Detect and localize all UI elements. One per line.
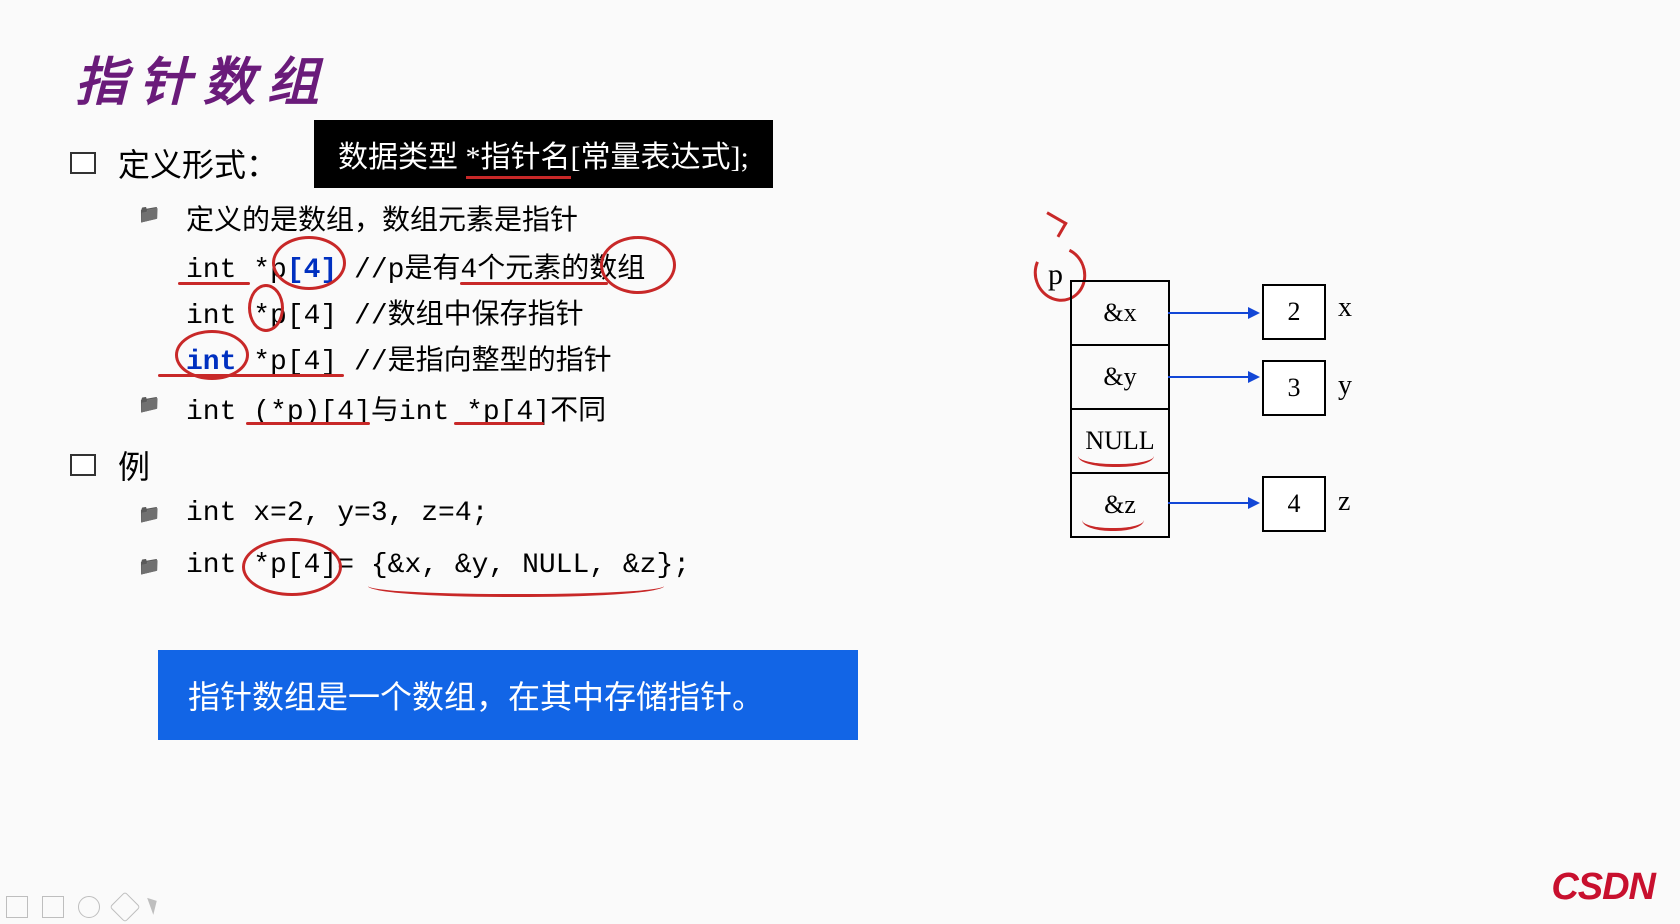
cursor-icon[interactable] xyxy=(147,895,161,915)
grid-icon[interactable] xyxy=(42,896,64,918)
arrow-icon xyxy=(1168,502,1258,504)
p-cell: &x xyxy=(1072,282,1168,346)
var-label: z xyxy=(1338,486,1350,518)
bullet-icon xyxy=(70,152,96,174)
page-title: 指针数组 xyxy=(75,40,331,115)
folder-icon xyxy=(140,560,162,576)
folder-icon xyxy=(140,508,162,524)
value-box: 3 xyxy=(1262,360,1326,416)
section1-label: 定义形式： xyxy=(118,140,278,186)
code-line-1: int *p[4] //p是有4个元素的数组 xyxy=(186,246,645,286)
red-circle-icon xyxy=(248,284,284,332)
syntax-prefix: 数据类型 xyxy=(338,141,466,174)
arrow-icon xyxy=(1168,376,1258,378)
red-circle-icon xyxy=(272,236,346,290)
summary-box: 指针数组是一个数组，在其中存储指针。 xyxy=(158,650,858,740)
section2-label: 例 xyxy=(118,442,150,488)
folder-icon xyxy=(140,398,162,414)
csdn-watermark: CSDN xyxy=(1551,866,1655,909)
code-line-2: int *p[4] //数组中保存指针 xyxy=(186,292,584,332)
bullet-icon xyxy=(70,454,96,476)
p-array: &x &y NULL &z xyxy=(1070,280,1170,538)
syntax-suffix: [常量表达式]; xyxy=(571,141,749,174)
value-box: 4 xyxy=(1262,476,1326,532)
red-underline-icon xyxy=(158,374,344,377)
eraser-icon[interactable] xyxy=(109,891,140,922)
red-underline-icon xyxy=(454,422,544,425)
red-underline-icon xyxy=(178,282,250,285)
example-line-1: int x=2, y=3, z=4; xyxy=(186,498,488,529)
pen-icon[interactable] xyxy=(6,896,28,918)
var-label: y xyxy=(1338,370,1352,402)
syntax-mid: *指针名 xyxy=(466,141,571,179)
red-tick-icon xyxy=(1039,211,1067,237)
arrow-icon xyxy=(1168,312,1258,314)
red-underline-icon xyxy=(460,282,608,285)
syntax-box: 数据类型 *指针名[常量表达式]; xyxy=(314,120,773,188)
red-circle-icon xyxy=(242,538,342,596)
presentation-toolbar xyxy=(6,896,158,918)
folder-icon xyxy=(140,208,162,224)
red-circle-icon xyxy=(175,330,249,380)
value-box: 2 xyxy=(1262,284,1326,340)
code-line-3: int *p[4] //是指向整型的指针 xyxy=(186,338,612,378)
sub1-text: 定义的是数组，数组元素是指针 xyxy=(186,198,578,238)
pointer-diagram: p &x &y NULL &z 2 3 4 x y z xyxy=(1030,230,1430,570)
red-underline-icon xyxy=(246,422,370,425)
p-cell: &y xyxy=(1072,346,1168,410)
red-circle-icon xyxy=(600,236,676,294)
var-label: x xyxy=(1338,292,1352,324)
red-curve-icon xyxy=(368,586,664,597)
circle-tool-icon[interactable] xyxy=(78,896,100,918)
